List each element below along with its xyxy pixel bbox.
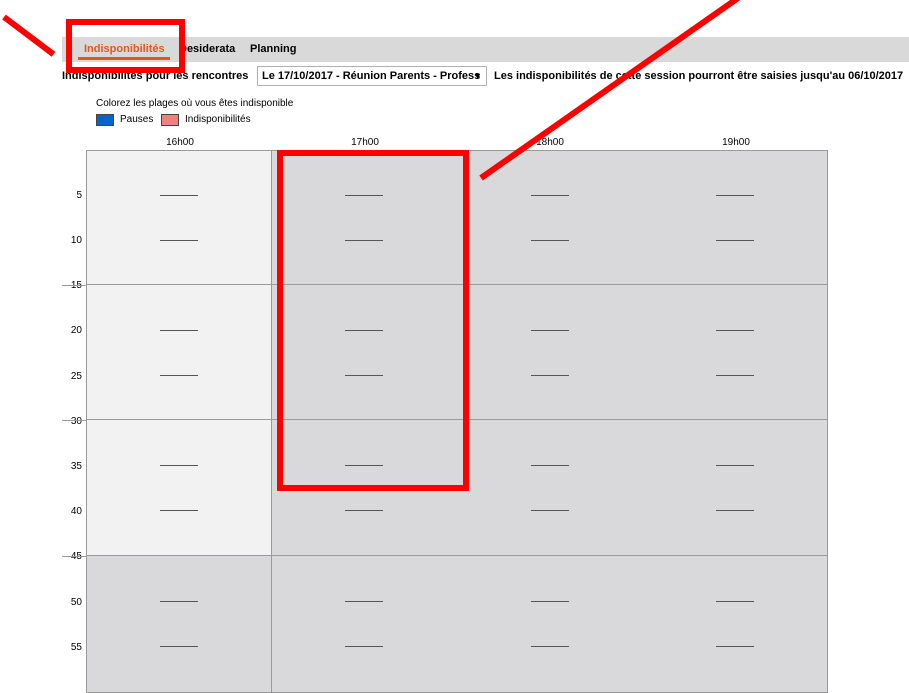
hour-header: 18h00	[536, 137, 564, 148]
slot-dash-marker	[531, 375, 569, 376]
time-slot-cell[interactable]	[457, 420, 643, 556]
slot-dash-marker	[531, 240, 569, 241]
time-slot-cell[interactable]	[86, 150, 272, 285]
slot-dash-marker	[345, 195, 383, 196]
tab-desiderata[interactable]: Desiderata	[179, 37, 235, 62]
slot-dash-marker	[716, 646, 754, 647]
minute-label: 40	[70, 506, 82, 517]
slot-dash-marker	[716, 195, 754, 196]
slot-dash-marker	[716, 375, 754, 376]
legend-label-pauses: Pauses	[120, 114, 154, 125]
session-label: Indisponibilités pour les rencontres	[62, 70, 249, 82]
slot-dash-marker	[160, 375, 198, 376]
session-select[interactable]: Le 17/10/2017 - Réunion Parents - Profes…	[257, 66, 487, 86]
quarter-tick	[62, 556, 86, 557]
hour-header: 17h00	[351, 137, 379, 148]
time-slot-cell[interactable]	[457, 285, 643, 420]
slot-dash-marker	[716, 240, 754, 241]
quarter-tick	[62, 420, 86, 421]
slot-dash-marker	[716, 330, 754, 331]
time-slot-cell[interactable]	[272, 420, 458, 556]
slot-dash-marker	[160, 646, 198, 647]
slot-dash-marker	[345, 601, 383, 602]
swatch-indisponibilites	[161, 114, 179, 126]
minute-label: 20	[70, 325, 82, 336]
time-slot-cell[interactable]	[642, 556, 828, 693]
slot-dash-marker	[716, 510, 754, 511]
slot-dash-marker	[531, 195, 569, 196]
slot-dash-marker	[531, 601, 569, 602]
minute-label: 30	[70, 416, 82, 427]
slot-dash-marker	[345, 240, 383, 241]
slot-dash-marker	[345, 465, 383, 466]
time-slot-cell[interactable]	[272, 556, 458, 693]
slot-dash-marker	[160, 330, 198, 331]
slot-dash-marker	[716, 465, 754, 466]
minute-label: 35	[70, 461, 82, 472]
hour-header: 16h00	[166, 137, 194, 148]
swatch-pauses	[96, 114, 114, 126]
slot-dash-marker	[160, 510, 198, 511]
slot-dash-marker	[531, 510, 569, 511]
annotation-arrow-left	[2, 14, 56, 57]
slot-dash-marker	[531, 330, 569, 331]
slot-dash-marker	[531, 646, 569, 647]
minute-label: 10	[70, 235, 82, 246]
minute-label: 5	[76, 190, 82, 201]
slot-dash-marker	[345, 646, 383, 647]
time-slot-cell[interactable]	[86, 556, 272, 693]
slot-dash-marker	[345, 330, 383, 331]
time-slot-cell[interactable]	[642, 285, 828, 420]
instructions: Colorez les plages où vous êtes indispon…	[96, 98, 294, 109]
slot-dash-marker	[160, 601, 198, 602]
hour-header: 19h00	[722, 137, 750, 148]
time-slot-cell[interactable]	[86, 285, 272, 420]
legend-label-indisponibilites: Indisponibilités	[185, 114, 251, 125]
time-slot-cell[interactable]	[642, 420, 828, 556]
slot-dash-marker	[716, 601, 754, 602]
time-slot-cell[interactable]	[457, 150, 643, 285]
session-selected-value: Le 17/10/2017 - Réunion Parents - Profes…	[262, 70, 481, 82]
slot-dash-marker	[345, 375, 383, 376]
minute-label: 25	[70, 371, 82, 382]
time-slot-cell[interactable]	[457, 556, 643, 693]
slot-dash-marker	[531, 465, 569, 466]
slot-dash-marker	[160, 195, 198, 196]
active-tab-indicator	[78, 57, 170, 60]
time-slot-cell[interactable]	[272, 285, 458, 420]
time-slot-cell[interactable]	[86, 420, 272, 556]
slot-dash-marker	[345, 510, 383, 511]
time-slot-cell[interactable]	[272, 150, 458, 285]
minute-label: 50	[70, 597, 82, 608]
slot-dash-marker	[160, 465, 198, 466]
time-slot-cell[interactable]	[642, 150, 828, 285]
session-deadline-note: Les indisponibilités de cette session po…	[494, 70, 904, 82]
tab-planning[interactable]: Planning	[250, 37, 296, 62]
slot-dash-marker	[160, 240, 198, 241]
session-row: Indisponibilités pour les rencontres Le …	[62, 66, 909, 86]
minute-label: 55	[70, 642, 82, 653]
availability-grid	[86, 150, 828, 693]
quarter-tick	[62, 285, 86, 286]
chevron-down-icon[interactable]: ▼	[473, 67, 482, 85]
